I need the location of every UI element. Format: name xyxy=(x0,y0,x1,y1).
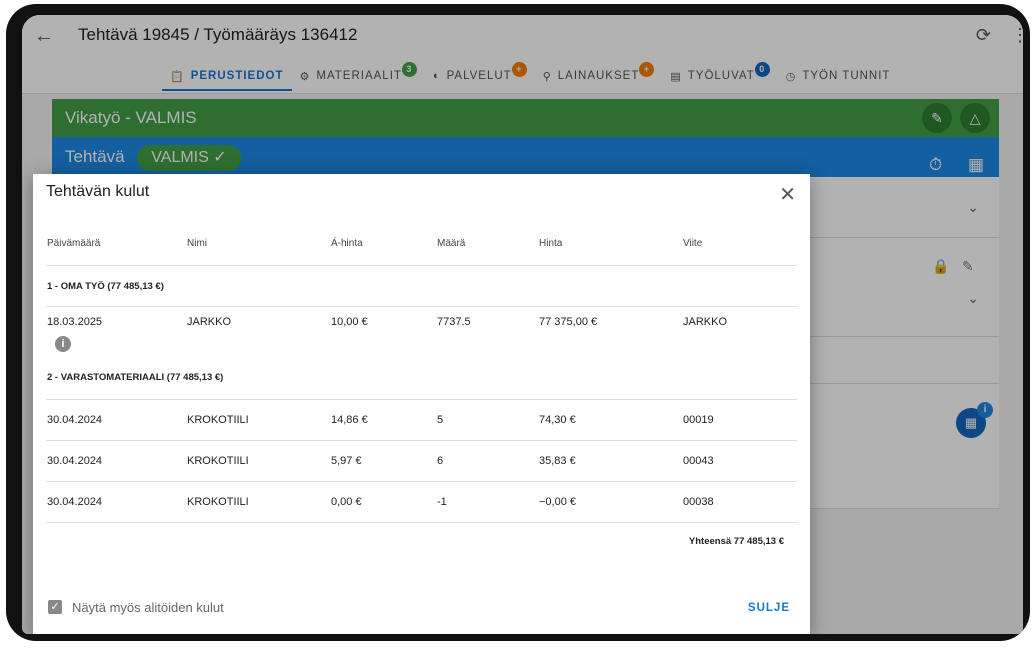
table-row: 30.04.2024 KROKOTIILI 0,00 € -1 −0,00 € … xyxy=(46,481,797,523)
cell-quantity: 7737.5 xyxy=(437,316,471,328)
table-header-row: Päivämäärä Nimi Á-hinta Määrä Hinta Viit… xyxy=(46,221,797,266)
cell-price: 35,83 € xyxy=(538,440,682,482)
costs-table: Päivämäärä Nimi Á-hinta Määrä Hinta Viit… xyxy=(46,221,797,523)
cell-name: KROKOTIILI xyxy=(186,440,330,482)
group-label: 2 - VARASTOMATERIAALI (77 485,13 €) xyxy=(46,355,797,400)
cell-reference: 00043 xyxy=(682,440,797,482)
cell-price: −0,00 € xyxy=(538,481,682,523)
close-button[interactable]: SULJE xyxy=(748,602,790,614)
cell-price: 77 375,00 € xyxy=(539,316,598,328)
cell-reference: 00038 xyxy=(682,481,797,523)
cell-unit-price: 10,00 € xyxy=(331,316,368,328)
cell-name: KROKOTIILI xyxy=(186,481,330,523)
costs-dialog: Tehtävän kulut ✕ Päivämäärä Nimi Á-hinta… xyxy=(33,174,810,634)
cell-unit-price: 5,97 € xyxy=(330,440,436,482)
table-row: 18.03.2025 i JARKKO 10,00 € 7737.5 77 37… xyxy=(46,307,797,356)
cell-date: 30.04.2024 xyxy=(46,440,186,482)
column-header: Päivämäärä xyxy=(46,221,186,266)
screen: ← Tehtävä 19845 / Työmääräys 136412 ⟳ ⋮ … xyxy=(22,15,1023,634)
cell-date: 30.04.2024 xyxy=(46,481,186,523)
column-header: Määrä xyxy=(436,221,538,266)
column-header: Hinta xyxy=(538,221,682,266)
dialog-title: Tehtävän kulut xyxy=(46,183,150,200)
cell-reference: 00019 xyxy=(682,399,797,441)
cell-date: 30.04.2024 xyxy=(46,399,186,441)
close-icon[interactable]: ✕ xyxy=(779,182,796,207)
cell-date: 18.03.2025 i xyxy=(46,307,186,356)
info-icon[interactable]: i xyxy=(55,336,71,352)
cell-date-text: 18.03.2025 xyxy=(47,316,103,328)
cell-reference: JARKKO xyxy=(683,316,728,328)
column-header: Viite xyxy=(682,221,797,266)
group-row: 1 - OMA TYÖ (77 485,13 €) xyxy=(46,265,797,307)
checkbox-label[interactable]: Näytä myös alitöiden kulut xyxy=(72,600,224,615)
cell-name: KROKOTIILI xyxy=(186,399,330,441)
column-header: Á-hinta xyxy=(330,221,436,266)
total-sum: Yhteensä 77 485,13 € xyxy=(688,536,784,547)
group-label: 1 - OMA TYÖ (77 485,13 €) xyxy=(46,265,797,307)
table-row: 30.04.2024 KROKOTIILI 5,97 € 6 35,83 € 0… xyxy=(46,440,797,482)
cell-name: JARKKO xyxy=(187,316,232,328)
group-row: 2 - VARASTOMATERIAALI (77 485,13 €) xyxy=(46,355,797,400)
cell-quantity: 5 xyxy=(436,399,538,441)
table-row: 30.04.2024 KROKOTIILI 14,86 € 5 74,30 € … xyxy=(46,399,797,441)
cell-quantity: -1 xyxy=(436,481,538,523)
cell-unit-price: 0,00 € xyxy=(330,481,436,523)
show-subtask-costs-checkbox[interactable]: ✓ xyxy=(48,600,62,614)
cell-unit-price: 14,86 € xyxy=(330,399,436,441)
column-header: Nimi xyxy=(186,221,330,266)
device-frame: ← Tehtävä 19845 / Työmääräys 136412 ⟳ ⋮ … xyxy=(6,4,1030,641)
cell-quantity: 6 xyxy=(436,440,538,482)
cell-price: 74,30 € xyxy=(538,399,682,441)
